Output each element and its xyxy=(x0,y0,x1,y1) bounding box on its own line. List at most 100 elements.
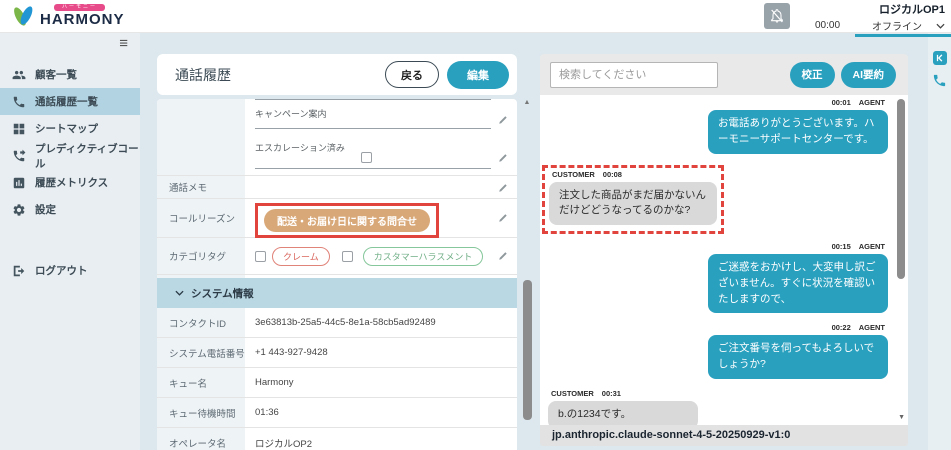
annotation-dashed-box: CUSTOMER 00:08 注文した商品がまだ届かないんだけどどうなってるのかな… xyxy=(542,164,724,234)
message-time: 00:08 xyxy=(602,169,622,179)
proofread-button[interactable]: 校正 xyxy=(789,61,835,88)
phone-icon[interactable] xyxy=(932,73,947,88)
bell-slash-glyph xyxy=(771,9,783,23)
gear-icon xyxy=(13,203,25,216)
row-category-tags: カテゴリタグ クレーム カスタマーハラスメント xyxy=(157,238,517,275)
scroll-down-icon[interactable]: ▼ xyxy=(898,414,905,421)
contact-id-value: 3e63813b-25a5-44c5-8e1a-58cb5ad92489 xyxy=(255,317,436,328)
message-bubble: ご迷惑をおかけし、大変申し訳ございません。すぐに状況を確認いたしますので、 xyxy=(708,254,888,314)
collapse-panel-icon[interactable] xyxy=(932,51,947,65)
call-reason-label: コールリーズン xyxy=(169,214,236,225)
chat-scrollbar-thumb[interactable] xyxy=(897,99,905,279)
chat-message-agent: 00:01 AGENT お電話ありがとうございます。ハーモニーサポートセンターです… xyxy=(540,97,894,154)
sidebar: ≡ 顧客一覧 通話履歴一覧 シートマップ プレディクティブコール 履歴メトリクス xyxy=(0,33,140,450)
app-window: ハーモニー HARMONY ロジカルOP1 00:00 オフライン ≡ 顧客一覧… xyxy=(0,0,951,450)
call-timer: 00:00 xyxy=(815,20,841,31)
field-row-escalation: エスカレーション済み xyxy=(157,135,517,175)
harmony-logo-icon xyxy=(14,6,33,26)
escalation-field-label: エスカレーション済み xyxy=(255,143,345,153)
message-role: AGENT xyxy=(858,323,885,333)
sidebar-item-label: 通話履歴一覧 xyxy=(35,96,98,108)
logout-icon xyxy=(13,265,25,276)
system-row-phone: システム電話番号 +1 443-927-9428 xyxy=(157,338,517,368)
message-bubble: ご注文番号を伺ってもよろしいでしょうか? xyxy=(708,335,888,379)
sidebar-item-label: 顧客一覧 xyxy=(35,69,77,81)
edit-pencil-icon[interactable] xyxy=(497,183,508,194)
queue-name-value: Harmony xyxy=(255,377,294,388)
sidebar-item-customer-list[interactable]: 顧客一覧 xyxy=(0,61,140,88)
sidebar-item-label: シートマップ xyxy=(35,123,98,135)
status-label: オフライン xyxy=(872,22,922,33)
sidebar-item-settings[interactable]: 設定 xyxy=(0,196,140,223)
message-time: 00:22 xyxy=(831,323,851,333)
user-name: ロジカルOP1 xyxy=(878,4,945,16)
metrics-chart-icon xyxy=(13,177,25,188)
chevron-down-icon xyxy=(175,290,184,296)
chat-message-agent: 00:15 AGENT ご迷惑をおかけし、大変申し訳ございません。すぐに状況を確認… xyxy=(540,241,894,314)
top-header: ハーモニー HARMONY ロジカルOP1 00:00 オフライン xyxy=(0,0,951,37)
message-bubble: 注文した商品がまだ届かないんだけどどうなってるのかな? xyxy=(549,181,717,225)
message-bubble: b.の1234です。 xyxy=(548,400,698,425)
call-reason-pill[interactable]: 配送・お届け日に関する問合せ xyxy=(264,209,430,232)
ai-summary-button[interactable]: AI要約 xyxy=(840,61,896,88)
right-tool-strip xyxy=(928,33,951,450)
detail-scrollbar: ▲ xyxy=(521,99,533,450)
message-bubble: お電話ありがとうございます。ハーモニーサポートセンターです。 xyxy=(708,110,888,154)
message-role: AGENT xyxy=(858,98,885,107)
queue-wait-value: 01:36 xyxy=(255,407,279,418)
tag-harassment-pill[interactable]: カスタマーハラスメント xyxy=(362,246,484,266)
system-row-contact-id: コンタクトID 3e63813b-25a5-44c5-8e1a-58cb5ad9… xyxy=(157,308,517,338)
user-block: ロジカルOP1 00:00 オフライン xyxy=(815,1,951,37)
sidebar-item-predictive-call[interactable]: プレディクティブコール xyxy=(0,142,140,170)
status-dropdown[interactable]: オフライン xyxy=(872,18,945,33)
transcript-toolbar: 校正 AI要約 xyxy=(540,54,908,95)
status-accent-underline xyxy=(855,34,951,37)
hamburger-menu-icon[interactable]: ≡ xyxy=(119,35,128,52)
transcript-panel: 00:01 AGENT お電話ありがとうございます。ハーモニーサポートセンターです… xyxy=(540,95,908,425)
system-info-section-header[interactable]: システム情報 xyxy=(157,278,517,308)
users-icon xyxy=(12,70,26,79)
annotation-red-box: 配送・お届け日に関する問合せ xyxy=(255,203,439,238)
back-button[interactable]: 戻る xyxy=(385,61,439,88)
system-phone-value: +1 443-927-9428 xyxy=(255,347,328,358)
system-row-operator: オペレータ名 ロジカルOP2 xyxy=(157,428,517,450)
model-id-bar: jp.anthropic.claude-sonnet-4-5-20250929-… xyxy=(540,425,908,446)
logo-ribbon: ハーモニー xyxy=(54,3,106,11)
system-info-title: システム情報 xyxy=(191,287,254,300)
scroll-up-icon[interactable]: ▲ xyxy=(521,99,533,106)
call-history-detail-panel: キャンペーン案内 エスカレーション済み 通話メモ コールリーズン 配送・お届け日… xyxy=(157,99,517,450)
edit-pencil-icon[interactable] xyxy=(497,153,508,164)
message-role: AGENT xyxy=(858,242,885,251)
edit-pencil-icon[interactable] xyxy=(497,213,508,224)
tag-claim-pill[interactable]: クレーム xyxy=(272,246,330,266)
sidebar-item-history-metrics[interactable]: 履歴メトリクス xyxy=(0,169,140,196)
sidebar-item-call-history[interactable]: 通話履歴一覧 xyxy=(0,88,140,115)
chat-message-customer: CUSTOMER 00:08 注文した商品がまだ届かないんだけどどうなってるのかな… xyxy=(545,169,717,225)
sidebar-item-label: 設定 xyxy=(35,204,56,216)
chat-message-customer: CUSTOMER 00:31 b.の1234です。 xyxy=(540,388,894,425)
tag-harassment-checkbox[interactable] xyxy=(341,250,353,262)
notifications-off-icon[interactable] xyxy=(764,3,790,29)
sidebar-item-label: ログアウト xyxy=(35,265,88,277)
message-time: 00:15 xyxy=(831,242,851,251)
edit-button[interactable]: 編集 xyxy=(447,60,509,89)
escalation-checkbox[interactable] xyxy=(361,152,372,163)
edit-pencil-icon[interactable] xyxy=(497,115,508,126)
search-input[interactable] xyxy=(550,61,718,88)
category-tags-label: カテゴリタグ xyxy=(169,252,227,263)
system-row-queue-wait: キュー待機時間 01:36 xyxy=(157,398,517,428)
field-row-campaign: キャンペーン案内 xyxy=(157,99,517,135)
tag-claim-checkbox[interactable] xyxy=(255,250,266,262)
logo-text: HARMONY xyxy=(40,10,125,28)
harmony-logo: ハーモニー HARMONY xyxy=(10,3,125,29)
sidebar-item-logout[interactable]: ログアウト xyxy=(0,257,140,284)
edit-pencil-icon[interactable] xyxy=(497,251,508,262)
row-call-reason: コールリーズン 配送・お届け日に関する問合せ xyxy=(157,199,517,238)
sidebar-nav: 顧客一覧 通話履歴一覧 シートマップ プレディクティブコール 履歴メトリクス 設… xyxy=(0,61,140,284)
arrow-left-icon xyxy=(936,54,942,62)
sidebar-item-seatmap[interactable]: シートマップ xyxy=(0,115,140,142)
chat-message-agent: 00:22 AGENT ご注文番号を伺ってもよろしいでしょうか? xyxy=(540,322,894,379)
chevron-down-icon xyxy=(936,23,945,29)
message-role: CUSTOMER xyxy=(552,169,595,179)
detail-scrollbar-thumb[interactable] xyxy=(523,280,532,420)
